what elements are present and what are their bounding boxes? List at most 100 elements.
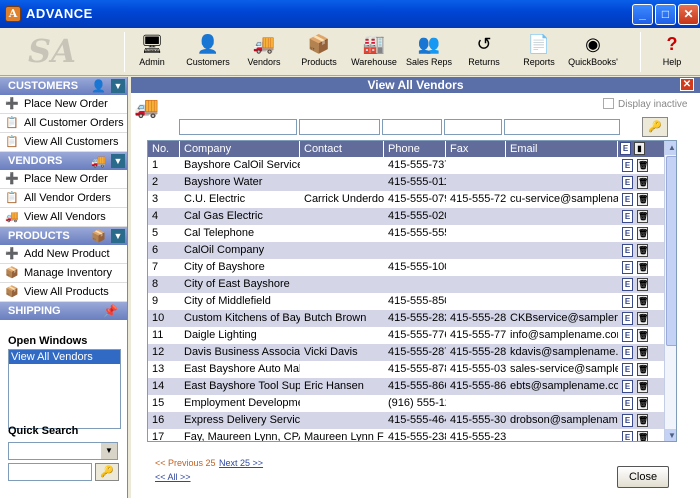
vertical-scrollbar[interactable]: ▲ ▼: [664, 141, 676, 441]
trash-icon[interactable]: 🗑: [637, 278, 648, 291]
column-company[interactable]: Company: [180, 141, 300, 157]
edit-icon[interactable]: E: [622, 176, 633, 189]
sidebar-item-all-customer-orders[interactable]: 📋 All Customer Orders: [0, 114, 127, 133]
trash-icon[interactable]: 🗑: [637, 346, 648, 359]
sidebar-item-view-all-vendors[interactable]: 🚚 View All Vendors: [0, 208, 127, 227]
trash-icon[interactable]: 🗑: [637, 261, 648, 274]
table-row[interactable]: 3 C.U. Electric Carrick Underdow 415-555-07…: [148, 191, 664, 208]
warehouse-button[interactable]: 🏭 Warehouse: [348, 30, 400, 74]
products-button[interactable]: 📦 Products: [293, 30, 345, 74]
trash-icon[interactable]: 🗑: [637, 397, 648, 410]
filter-fax-input[interactable]: [444, 119, 502, 135]
vendors-section-header[interactable]: VENDORS 🚚 ▼: [0, 152, 127, 170]
edit-icon[interactable]: E: [622, 295, 633, 308]
trash-icon[interactable]: 🗑: [637, 295, 648, 308]
edit-icon[interactable]: E: [622, 329, 633, 342]
close-button[interactable]: Close: [617, 466, 669, 488]
sidebar-item-all-vendor-orders[interactable]: 📋 All Vendor Orders: [0, 189, 127, 208]
edit-icon[interactable]: E: [622, 278, 633, 291]
trash-icon[interactable]: 🗑: [637, 193, 648, 206]
products-section-header[interactable]: PRODUCTS 📦 ▼: [0, 227, 127, 245]
collapse-arrow-icon[interactable]: ▼: [111, 79, 125, 93]
trash-icon[interactable]: 🗑: [637, 210, 648, 223]
next-page-link[interactable]: Next 25 >>: [219, 458, 263, 468]
trash-icon[interactable]: 🗑: [637, 312, 648, 325]
edit-icon[interactable]: E: [622, 414, 633, 427]
column-phone[interactable]: Phone: [384, 141, 446, 157]
sidebar-item-add-new-product[interactable]: ➕ Add New Product: [0, 245, 127, 264]
edit-icon[interactable]: E: [622, 193, 633, 206]
trash-icon[interactable]: 🗑: [637, 176, 648, 189]
returns-button[interactable]: ↺ Returns: [458, 30, 510, 74]
sidebar-item-place-customer-order[interactable]: ➕ Place New Order: [0, 95, 127, 114]
table-row[interactable]: 13 East Bayshore Auto Mall 415-555-878 415-…: [148, 361, 664, 378]
maximize-button[interactable]: □: [655, 4, 676, 25]
edit-icon[interactable]: E: [622, 363, 633, 376]
table-row[interactable]: 15 Employment Development (916) 555-12 E 🗑: [148, 395, 664, 412]
edit-icon[interactable]: E: [622, 346, 633, 359]
sidebar-item-view-all-customers[interactable]: 📋 View All Customers: [0, 133, 127, 152]
quick-search-button[interactable]: 🔑: [95, 463, 119, 481]
table-row[interactable]: 12 Davis Business Associates Vicki Davis 41…: [148, 344, 664, 361]
trash-icon[interactable]: 🗑: [637, 380, 648, 393]
filter-company-input[interactable]: [179, 119, 297, 135]
edit-icon[interactable]: E: [622, 210, 633, 223]
scroll-down-icon[interactable]: ▼: [665, 429, 676, 441]
collapse-arrow-icon[interactable]: ▼: [111, 154, 125, 168]
quick-search-input[interactable]: [8, 463, 92, 481]
previous-page-link[interactable]: << Previous 25: [155, 458, 216, 468]
trash-icon[interactable]: 🗑: [637, 329, 648, 342]
quickbooks-button[interactable]: ◉ QuickBooks': [567, 30, 619, 74]
help-button[interactable]: ? Help: [646, 30, 698, 74]
table-row[interactable]: 6 CalOil Company E 🗑: [148, 242, 664, 259]
trash-icon[interactable]: 🗑: [637, 227, 648, 240]
customers-section-header[interactable]: CUSTOMERS 👤 ▼: [0, 77, 127, 95]
table-row[interactable]: 2 Bayshore Water 415-555-011 E 🗑: [148, 174, 664, 191]
collapse-arrow-icon[interactable]: ▼: [111, 229, 125, 243]
table-row[interactable]: 1 Bayshore CalOil Service 415-555-737 E 🗑: [148, 157, 664, 174]
trash-icon[interactable]: 🗑: [637, 414, 648, 427]
minimize-button[interactable]: _: [632, 4, 653, 25]
trash-icon[interactable]: 🗑: [637, 244, 648, 257]
all-records-link[interactable]: << All >>: [155, 472, 191, 482]
edit-icon[interactable]: E: [622, 397, 633, 410]
table-row[interactable]: 17 Fay, Maureen Lynn, CPA Maureen Lynn Fa 4…: [148, 429, 664, 441]
sidebar-item-view-all-products[interactable]: 📦 View All Products: [0, 283, 127, 302]
table-row[interactable]: 7 City of Bayshore 415-555-100 E 🗑: [148, 259, 664, 276]
panel-close-button[interactable]: ✕: [680, 78, 694, 91]
close-window-button[interactable]: ✕: [678, 4, 699, 25]
sidebar-item-manage-inventory[interactable]: 📦 Manage Inventory: [0, 264, 127, 283]
scroll-up-icon[interactable]: ▲: [665, 141, 676, 155]
edit-icon[interactable]: E: [622, 431, 633, 441]
edit-icon[interactable]: E: [622, 227, 633, 240]
chevron-down-icon[interactable]: ▼: [101, 443, 117, 459]
trash-icon[interactable]: 🗑: [637, 159, 648, 172]
table-row[interactable]: 8 City of East Bayshore E 🗑: [148, 276, 664, 293]
edit-icon[interactable]: E: [622, 380, 633, 393]
table-row[interactable]: 4 Cal Gas Electric 415-555-020 E 🗑: [148, 208, 664, 225]
display-inactive-checkbox[interactable]: Display inactive: [603, 98, 687, 110]
table-row[interactable]: 10 Custom Kitchens of Baysh Butch Brown 415…: [148, 310, 664, 327]
customers-button[interactable]: 👤 Customers: [182, 30, 234, 74]
table-row[interactable]: 11 Daigle Lighting 415-555-776 415-555-777 i…: [148, 327, 664, 344]
filter-contact-input[interactable]: [299, 119, 380, 135]
edit-icon[interactable]: E: [622, 244, 633, 257]
trash-icon[interactable]: 🗑: [637, 363, 648, 376]
column-no[interactable]: No.: [148, 141, 180, 157]
filter-phone-input[interactable]: [382, 119, 442, 135]
sidebar-item-place-vendor-order[interactable]: ➕ Place New Order: [0, 170, 127, 189]
table-row[interactable]: 9 City of Middlefield 415-555-850 E 🗑: [148, 293, 664, 310]
filter-email-input[interactable]: [504, 119, 620, 135]
shipping-section-header[interactable]: SHIPPING 📌: [0, 302, 127, 320]
admin-button[interactable]: 🖥 Admin: [126, 30, 178, 74]
quick-search-select[interactable]: ▼: [8, 442, 118, 460]
table-row[interactable]: 5 Cal Telephone 415-555-555 E 🗑: [148, 225, 664, 242]
scroll-thumb[interactable]: [666, 156, 676, 346]
edit-icon[interactable]: E: [622, 261, 633, 274]
reports-button[interactable]: 📄 Reports: [513, 30, 565, 74]
edit-icon[interactable]: E: [622, 312, 633, 325]
column-fax[interactable]: Fax: [446, 141, 506, 157]
filter-search-button[interactable]: 🔑: [642, 117, 668, 137]
column-contact[interactable]: Contact: [300, 141, 384, 157]
edit-icon[interactable]: E: [622, 159, 633, 172]
